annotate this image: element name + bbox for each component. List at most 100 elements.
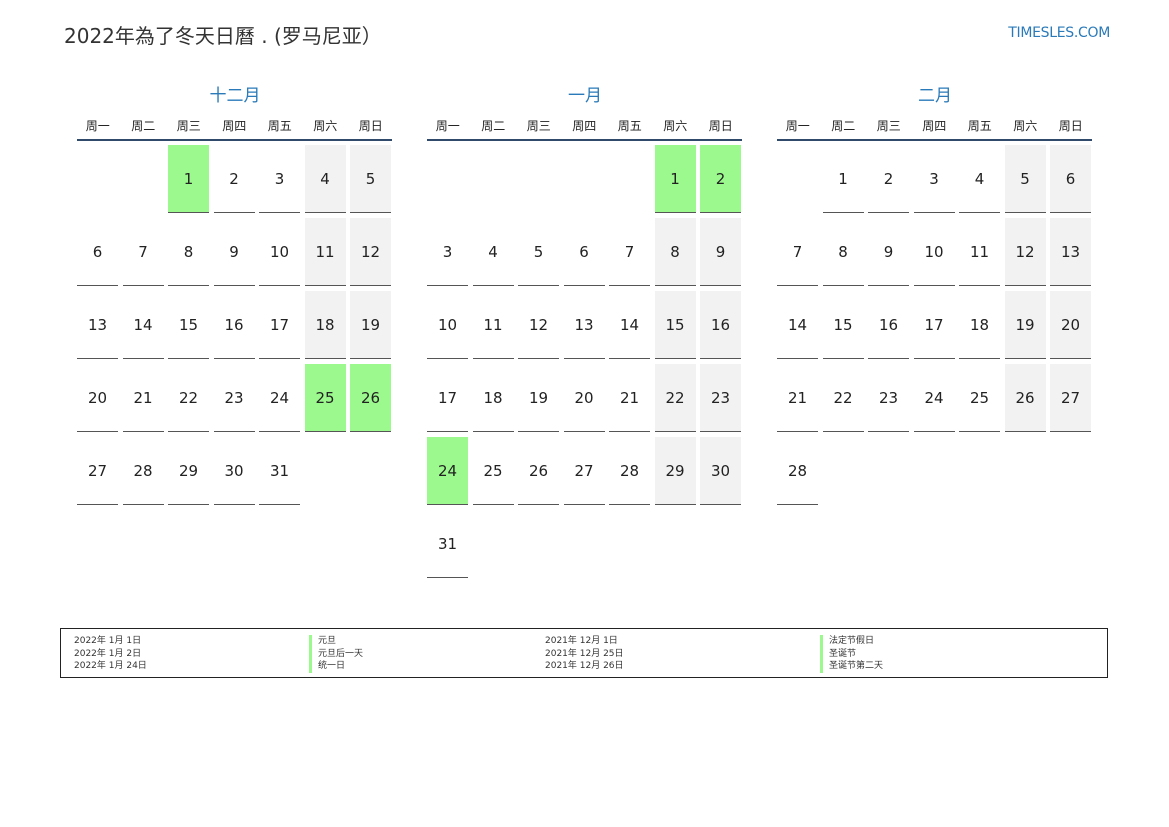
day-cell[interactable]: 20: [1050, 291, 1091, 359]
holiday-day-cell[interactable]: 25: [304, 364, 346, 432]
day-cell[interactable]: 17: [259, 291, 300, 359]
day-cell[interactable]: 31: [427, 510, 468, 578]
site-link[interactable]: TIMESLES.COM: [1008, 25, 1110, 41]
day-cell[interactable]: 26: [518, 437, 559, 505]
holiday-day-cell[interactable]: 1: [168, 145, 209, 213]
day-cell[interactable]: 11: [959, 218, 1000, 286]
day-cell[interactable]: 4: [304, 145, 346, 213]
day-cell[interactable]: 11: [472, 291, 514, 359]
day-cell[interactable]: 21: [609, 364, 650, 432]
day-cell[interactable]: 1: [822, 145, 864, 213]
day-cell[interactable]: 12: [350, 218, 391, 286]
day-cell[interactable]: 7: [122, 218, 164, 286]
day-cell[interactable]: 23: [700, 364, 741, 432]
day-cell[interactable]: 20: [77, 364, 118, 432]
holiday-day-cell[interactable]: 2: [700, 145, 741, 213]
day-cell[interactable]: 30: [213, 437, 255, 505]
day-cell[interactable]: 3: [259, 145, 300, 213]
day-cell[interactable]: 3: [427, 218, 468, 286]
day-cell[interactable]: 14: [777, 291, 818, 359]
day-cell[interactable]: 13: [563, 291, 605, 359]
day-cell[interactable]: 31: [259, 437, 300, 505]
day-cell[interactable]: 21: [122, 364, 164, 432]
month-name: 一月: [568, 86, 602, 106]
day-cell[interactable]: 5: [1004, 145, 1046, 213]
day-cell[interactable]: 29: [654, 437, 696, 505]
day-cell[interactable]: 17: [427, 364, 468, 432]
day-cell[interactable]: 20: [563, 364, 605, 432]
day-cell[interactable]: 30: [700, 437, 741, 505]
day-cell[interactable]: 11: [304, 218, 346, 286]
day-cell[interactable]: 5: [350, 145, 391, 213]
day-cell[interactable]: 15: [654, 291, 696, 359]
day-cell[interactable]: 26: [1004, 364, 1046, 432]
legend-date: 2021年 12月 1日: [545, 636, 618, 646]
day-cell[interactable]: 8: [822, 218, 864, 286]
legend-dates-col-1: 2022年 1月 1日 2022年 1月 2日 2022年 1月 24日: [74, 635, 147, 673]
day-cell[interactable]: 27: [1050, 364, 1091, 432]
day-cell[interactable]: 21: [777, 364, 818, 432]
day-cell[interactable]: 19: [1004, 291, 1046, 359]
day-cell[interactable]: 7: [609, 218, 650, 286]
day-cell[interactable]: 25: [472, 437, 514, 505]
day-cell[interactable]: 4: [959, 145, 1000, 213]
month-february: 二月 周一 周二 周三 周四 周五 周六 周日 1 2 3 4 5 6 7 8 9 10 11 12 13 14 15 16 1…: [775, 84, 1095, 505]
day-cell[interactable]: 18: [959, 291, 1000, 359]
day-cell[interactable]: 10: [259, 218, 300, 286]
weekday-label: 周五: [967, 119, 992, 133]
day-cell[interactable]: 22: [168, 364, 209, 432]
day-cell[interactable]: 9: [868, 218, 909, 286]
day-cell[interactable]: 10: [427, 291, 468, 359]
day-cell[interactable]: 27: [77, 437, 118, 505]
day-cell[interactable]: 9: [700, 218, 741, 286]
day-cell[interactable]: 18: [472, 364, 514, 432]
day-cell[interactable]: 13: [1050, 218, 1091, 286]
day-cell[interactable]: 28: [122, 437, 164, 505]
day-cell[interactable]: 24: [259, 364, 300, 432]
day-cell[interactable]: 19: [518, 364, 559, 432]
day-cell[interactable]: 9: [213, 218, 255, 286]
day-cell[interactable]: 6: [563, 218, 605, 286]
day-cell[interactable]: 12: [518, 291, 559, 359]
holiday-day-cell[interactable]: 1: [654, 145, 696, 213]
day-cell[interactable]: 17: [913, 291, 955, 359]
day-cell[interactable]: 12: [1004, 218, 1046, 286]
day-cell[interactable]: 19: [350, 291, 391, 359]
day-cell[interactable]: 7: [777, 218, 818, 286]
day-cell[interactable]: 23: [868, 364, 909, 432]
day-cell[interactable]: 16: [213, 291, 255, 359]
day-cell[interactable]: 5: [518, 218, 559, 286]
day-cell[interactable]: 6: [77, 218, 118, 286]
holiday-day-cell[interactable]: 26: [350, 364, 391, 432]
weekday-label: 周四: [222, 119, 247, 133]
day-cell[interactable]: 15: [822, 291, 864, 359]
day-cell[interactable]: 3: [913, 145, 955, 213]
day-cell[interactable]: 22: [654, 364, 696, 432]
day-cell[interactable]: 2: [868, 145, 909, 213]
day-cell[interactable]: 13: [77, 291, 118, 359]
day-cell[interactable]: 23: [213, 364, 255, 432]
day-cell[interactable]: 28: [609, 437, 650, 505]
day-cell[interactable]: 16: [700, 291, 741, 359]
day-cell[interactable]: 16: [868, 291, 909, 359]
day-cell[interactable]: 27: [563, 437, 605, 505]
day-cell[interactable]: 29: [168, 437, 209, 505]
day-cell[interactable]: 8: [168, 218, 209, 286]
legend-holiday-name: 法定节假日: [820, 635, 883, 648]
day-cell[interactable]: 18: [304, 291, 346, 359]
day-cell[interactable]: 4: [472, 218, 514, 286]
day-cell[interactable]: 10: [913, 218, 955, 286]
day-cell[interactable]: 14: [122, 291, 164, 359]
day-cell[interactable]: 24: [913, 364, 955, 432]
day-cell[interactable]: 15: [168, 291, 209, 359]
day-cell[interactable]: 8: [654, 218, 696, 286]
day-cell[interactable]: 25: [959, 364, 1000, 432]
day-cell[interactable]: 22: [822, 364, 864, 432]
day-cell[interactable]: 14: [609, 291, 650, 359]
day-cell[interactable]: 6: [1050, 145, 1091, 213]
legend-date: 2022年 1月 2日: [74, 648, 142, 659]
month-name: 十二月: [209, 86, 261, 106]
day-cell[interactable]: 2: [213, 145, 255, 213]
holiday-day-cell[interactable]: 24: [427, 437, 468, 505]
day-cell[interactable]: 28: [777, 437, 818, 505]
